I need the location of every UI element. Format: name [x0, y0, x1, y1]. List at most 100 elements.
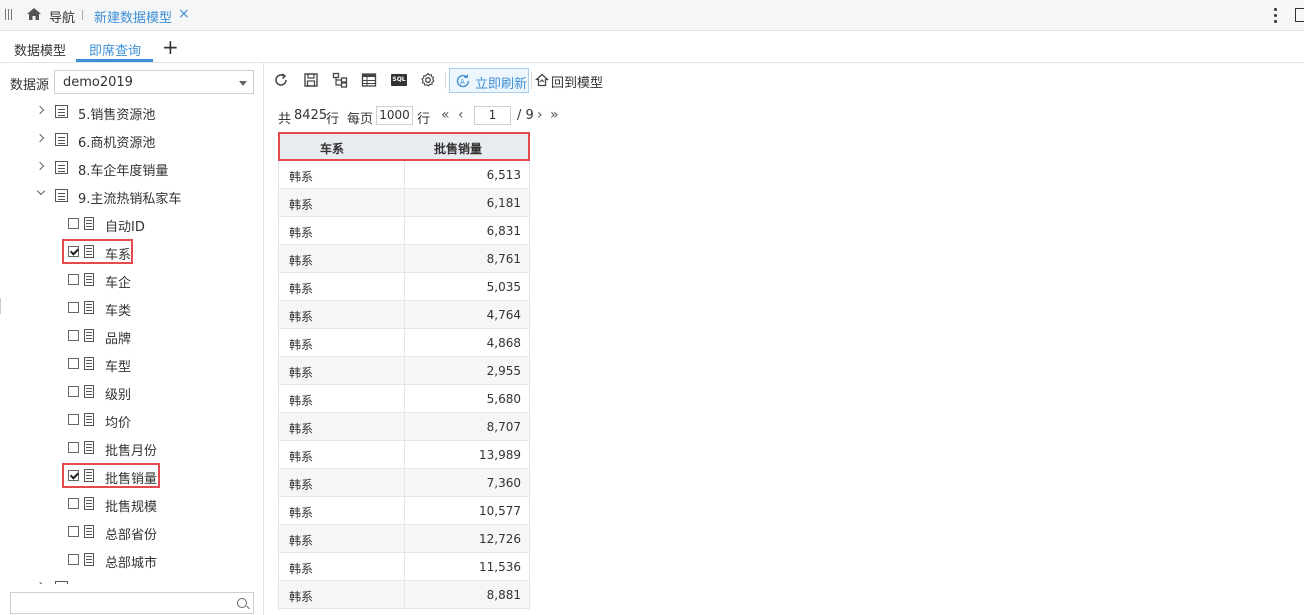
- tab-new-data-model[interactable]: 新建数据模型: [94, 7, 172, 26]
- table-row[interactable]: 韩系 6,513: [278, 161, 530, 189]
- field-checkbox[interactable]: [68, 218, 79, 229]
- next-page-icon[interactable]: ›: [537, 107, 543, 123]
- field-icon: [84, 497, 94, 510]
- field-label: 均价: [105, 416, 132, 431]
- table-cell: 6,181: [486, 196, 521, 210]
- tree-field-node[interactable]: 车型: [0, 350, 263, 378]
- table-cell: 韩系: [289, 590, 314, 604]
- current-page-input[interactable]: 1: [474, 106, 511, 125]
- table-row[interactable]: 韩系 2,955: [278, 357, 530, 385]
- table-cell: 10,577: [479, 504, 521, 518]
- more-menu-icon[interactable]: [1273, 7, 1277, 23]
- tree-field-node[interactable]: 总部省份: [0, 518, 263, 546]
- field-icon: [84, 441, 94, 454]
- field-checkbox[interactable]: [68, 498, 79, 509]
- table-cell: 6,513: [486, 168, 521, 182]
- field-label: 批售月份: [105, 444, 158, 459]
- back-home-icon[interactable]: [535, 73, 549, 87]
- field-icon: [84, 357, 94, 370]
- tree-field-node[interactable]: 车企: [0, 266, 263, 294]
- field-checkbox[interactable]: [68, 554, 79, 565]
- search-input[interactable]: [10, 592, 254, 614]
- save-icon[interactable]: [303, 72, 319, 88]
- search-icon[interactable]: [237, 598, 247, 608]
- instant-refresh-button[interactable]: A 立即刷新: [449, 68, 529, 93]
- field-checkbox[interactable]: [68, 274, 79, 285]
- field-checkbox[interactable]: [68, 386, 79, 397]
- table-row[interactable]: 韩系 13,989: [278, 441, 530, 469]
- page-size-input[interactable]: 1000: [376, 106, 413, 125]
- field-checkbox[interactable]: [68, 442, 79, 453]
- tree-table-node[interactable]: 9.主流热销私家车: [0, 182, 263, 210]
- settings-icon[interactable]: [420, 72, 436, 88]
- tree-field-node[interactable]: 批售月份: [0, 434, 263, 462]
- sql-icon[interactable]: SQL: [391, 74, 407, 86]
- prev-page-icon[interactable]: ‹: [458, 107, 464, 123]
- table-cell: 韩系: [289, 198, 314, 212]
- hierarchy-icon[interactable]: [332, 72, 348, 88]
- table-cell: 13,989: [479, 448, 521, 462]
- tree-field-node[interactable]: 均价: [0, 406, 263, 434]
- field-label: 总部城市: [105, 556, 158, 571]
- datasource-select[interactable]: demo2019: [54, 70, 254, 94]
- table-cell: 12,726: [479, 532, 521, 546]
- chevron-right-icon[interactable]: [35, 581, 45, 584]
- back-to-model-button[interactable]: 回到模型: [551, 72, 603, 91]
- chevron-right-icon[interactable]: [35, 105, 45, 115]
- window-icon[interactable]: [1295, 8, 1304, 22]
- tree-field-node[interactable]: 级别: [0, 378, 263, 406]
- tree-table-node[interactable]: 6.商机资源池: [0, 126, 263, 154]
- field-label: 级别: [105, 388, 132, 403]
- table-row[interactable]: 韩系 10,577: [278, 497, 530, 525]
- tree-table-node[interactable]: [0, 574, 263, 584]
- table-row[interactable]: 韩系 7,360: [278, 469, 530, 497]
- tree-field-node[interactable]: 自动ID: [0, 210, 263, 238]
- field-checkbox[interactable]: [68, 414, 79, 425]
- table-row[interactable]: 韩系 6,181: [278, 189, 530, 217]
- table-row[interactable]: 韩系 4,868: [278, 329, 530, 357]
- table-cell: 韩系: [289, 226, 314, 240]
- table-row[interactable]: 韩系 8,881: [278, 581, 530, 609]
- chevron-down-icon[interactable]: [36, 186, 46, 196]
- table-row[interactable]: 韩系 12,726: [278, 525, 530, 553]
- total-prefix: 共: [278, 112, 292, 127]
- tree-table-node[interactable]: 8.车企年度销量: [0, 154, 263, 182]
- table-cell: 韩系: [289, 310, 314, 324]
- field-checkbox[interactable]: [68, 330, 79, 341]
- table-cell: 韩系: [289, 506, 314, 520]
- tab-adhoc-query[interactable]: 即席查询: [89, 40, 141, 59]
- chevron-right-icon[interactable]: [35, 133, 45, 143]
- home-icon[interactable]: [26, 7, 42, 21]
- table-row[interactable]: 韩系 6,831: [278, 217, 530, 245]
- tab-data-model[interactable]: 数据模型: [14, 40, 66, 59]
- grip-icon[interactable]: [5, 9, 14, 21]
- tree-field-node[interactable]: 品牌: [0, 322, 263, 350]
- field-checkbox[interactable]: [68, 526, 79, 537]
- table-view-icon[interactable]: [361, 72, 377, 88]
- table-cell: 2,955: [486, 364, 521, 378]
- close-tab-icon[interactable]: ×: [178, 6, 190, 22]
- tree-field-node[interactable]: 车类: [0, 294, 263, 322]
- table-row[interactable]: 韩系 11,536: [278, 553, 530, 581]
- field-checkbox[interactable]: [68, 302, 79, 313]
- tree-field-node[interactable]: 批售规模: [0, 490, 263, 518]
- last-page-icon[interactable]: »: [550, 107, 559, 123]
- first-page-icon[interactable]: «: [441, 107, 450, 123]
- table-cell: 7,360: [486, 476, 521, 490]
- table-row[interactable]: 韩系 4,764: [278, 301, 530, 329]
- highlight-box: [278, 132, 530, 161]
- field-checkbox[interactable]: [68, 358, 79, 369]
- cell-divider: [404, 385, 405, 412]
- refresh-icon[interactable]: [273, 72, 289, 88]
- table-row[interactable]: 韩系 5,035: [278, 273, 530, 301]
- field-label: 自动ID: [105, 220, 145, 235]
- table-cell: 韩系: [289, 422, 314, 436]
- tree-table-node[interactable]: 5.销售资源池: [0, 98, 263, 126]
- table-row[interactable]: 韩系 8,761: [278, 245, 530, 273]
- nav-label[interactable]: 导航: [49, 7, 75, 26]
- add-tab-button[interactable]: +: [162, 35, 179, 59]
- tree-field-node[interactable]: 总部城市: [0, 546, 263, 574]
- chevron-right-icon[interactable]: [35, 161, 45, 171]
- table-row[interactable]: 韩系 5,680: [278, 385, 530, 413]
- table-row[interactable]: 韩系 8,707: [278, 413, 530, 441]
